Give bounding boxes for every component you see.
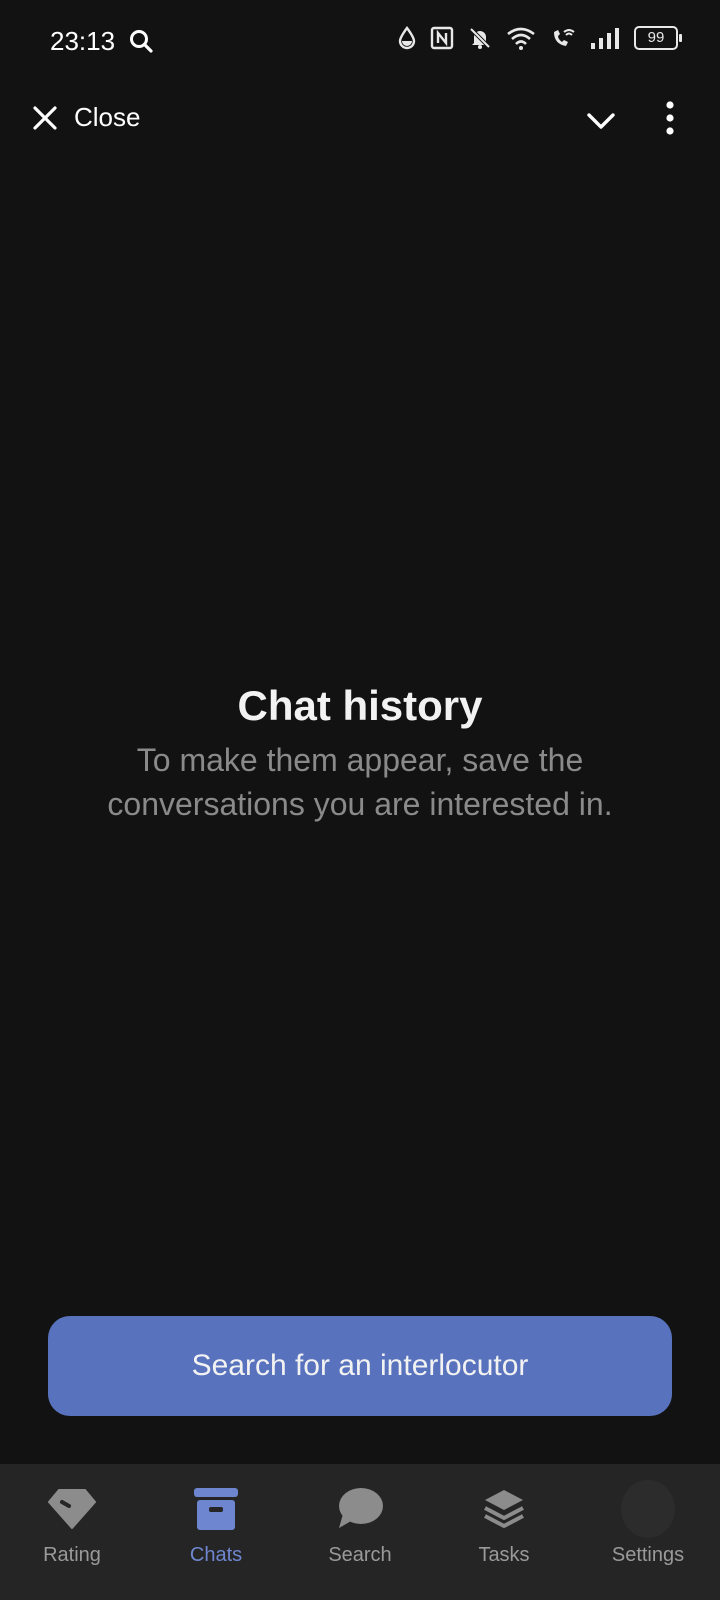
bottom-navigation: Rating Chats Search Tasks Settings bbox=[0, 1464, 720, 1600]
nav-item-search[interactable]: Search bbox=[288, 1464, 432, 1600]
nav-item-rating[interactable]: Rating bbox=[0, 1464, 144, 1600]
nfc-icon bbox=[430, 26, 454, 50]
chevron-down-icon bbox=[587, 113, 615, 129]
status-icons: 99 bbox=[398, 26, 682, 50]
close-button[interactable]: Close bbox=[30, 102, 140, 133]
nav-item-settings[interactable]: Settings bbox=[576, 1464, 720, 1600]
close-icon bbox=[33, 105, 57, 130]
nav-item-chats[interactable]: Chats bbox=[144, 1464, 288, 1600]
avatar bbox=[621, 1480, 675, 1538]
nav-label-tasks: Tasks bbox=[478, 1544, 530, 1566]
nav-label-settings: Settings bbox=[611, 1544, 685, 1566]
more-vertical-icon bbox=[666, 101, 674, 135]
wifi-call-icon bbox=[554, 29, 575, 46]
nav-label-rating: Rating bbox=[43, 1544, 101, 1566]
signal-icon bbox=[591, 28, 619, 49]
empty-state: Chat history To make them appear, save t… bbox=[0, 680, 720, 826]
close-label: Close bbox=[74, 102, 141, 132]
bell-off-icon bbox=[469, 27, 491, 49]
avatar-placeholder bbox=[621, 1480, 675, 1538]
search-icon bbox=[130, 30, 153, 53]
wifi-icon bbox=[507, 27, 535, 50]
more-options-button[interactable] bbox=[656, 98, 684, 143]
nav-item-tasks[interactable]: Tasks bbox=[432, 1464, 576, 1600]
collapse-button[interactable] bbox=[584, 104, 618, 143]
status-bar: 23:13 99 bbox=[0, 0, 720, 84]
search-interlocutor-button[interactable]: Search for an interlocutor bbox=[48, 1316, 672, 1416]
nav-label-chats: Chats bbox=[189, 1544, 243, 1566]
diamond-tag-icon bbox=[45, 1482, 99, 1536]
status-time: 23:13 bbox=[50, 26, 116, 56]
empty-state-title: Chat history bbox=[237, 682, 483, 729]
top-app-bar: Close bbox=[0, 92, 720, 148]
battery-icon: 99 bbox=[634, 26, 682, 50]
layers-icon bbox=[477, 1482, 531, 1536]
archive-box-icon bbox=[189, 1482, 243, 1536]
nav-label-search: Search bbox=[328, 1544, 392, 1566]
water-drop-icon bbox=[398, 26, 416, 50]
empty-state-subtitle: To make them appear, save the conversati… bbox=[107, 742, 613, 822]
chat-bubble-icon bbox=[333, 1482, 387, 1536]
